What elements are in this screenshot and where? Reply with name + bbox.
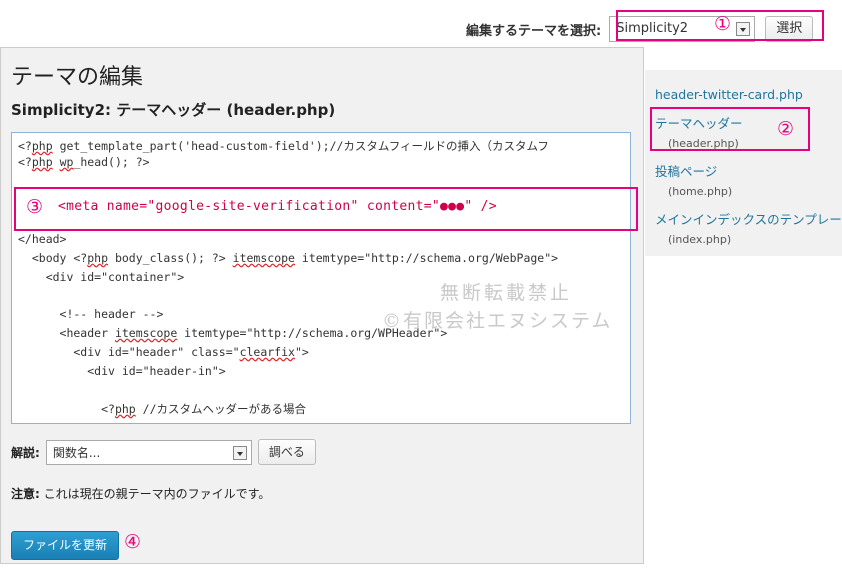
annotation-number-1: ① <box>714 13 732 35</box>
file-item-home[interactable]: 投稿ページ (home.php) <box>655 161 732 198</box>
explain-label: 解説: <box>11 445 40 460</box>
file-item-index[interactable]: メインインデックスのテンプレート (index.php) <box>655 209 842 246</box>
code-line: <div id="header" class="clearfix"> <box>18 345 309 359</box>
code-line: <?php wp_head(); ?> <box>18 155 150 169</box>
annotation-number-3: ③ <box>26 196 44 218</box>
file-link[interactable]: 投稿ページ <box>655 164 717 179</box>
update-file-button[interactable]: ファイルを更新 <box>11 531 120 560</box>
parent-theme-notice: 注意: これは現在の親テーマ内のファイルです。 <box>11 485 270 502</box>
file-title: Simplicity2: テーマヘッダー (header.php) <box>11 99 335 120</box>
code-line: <div id="header-in"> <box>18 364 226 378</box>
annotation-number-4: ④ <box>124 531 142 553</box>
function-name-select[interactable]: 関数名... <box>45 439 252 465</box>
code-line: <body <?php body_class(); ?> itemscope i… <box>18 251 559 265</box>
theme-file-list: header-twitter-card.php テーマヘッダー (header.… <box>645 70 842 256</box>
file-name: (index.php) <box>668 233 732 246</box>
file-title-name: テーマヘッダー <box>116 101 222 119</box>
file-name: (home.php) <box>668 185 733 198</box>
watermark-line-1: 無断転載禁止 <box>440 282 573 304</box>
notice-label: 注意: <box>11 487 40 501</box>
code-line: </head> <box>18 232 67 246</box>
function-lookup-row: 解説: 関数名... 調べる <box>11 439 316 465</box>
code-line: <div id="container"> <box>18 270 185 284</box>
lookup-button[interactable]: 調べる <box>257 439 316 465</box>
page-title: テーマの編集 <box>11 65 144 90</box>
code-line: <?php get_template_part('head-custom-fie… <box>18 139 549 153</box>
file-title-filename: (header.php) <box>226 101 336 119</box>
notice-text: これは現在の親テーマ内のファイルです。 <box>39 487 271 501</box>
code-line: <!-- header --> <box>18 307 164 321</box>
watermark-line-2: ©有限会社エヌシステム <box>382 310 613 332</box>
chevron-down-icon[interactable] <box>232 445 247 460</box>
annotation-box-3 <box>14 187 638 231</box>
file-title-theme: Simplicity2: <box>11 101 112 119</box>
function-name-placeholder: 関数名... <box>52 445 101 460</box>
code-line: <?php //カスタムヘッダーがある場合 <box>18 402 306 416</box>
annotation-number-2: ② <box>777 118 795 140</box>
theme-selector-label: 編集するテーマを選択: <box>466 23 602 39</box>
file-link[interactable]: メインインデックスのテンプレート <box>655 212 842 227</box>
file-link[interactable]: header-twitter-card.php <box>655 87 803 102</box>
file-item-header-twitter-card[interactable]: header-twitter-card.php <box>655 84 803 103</box>
